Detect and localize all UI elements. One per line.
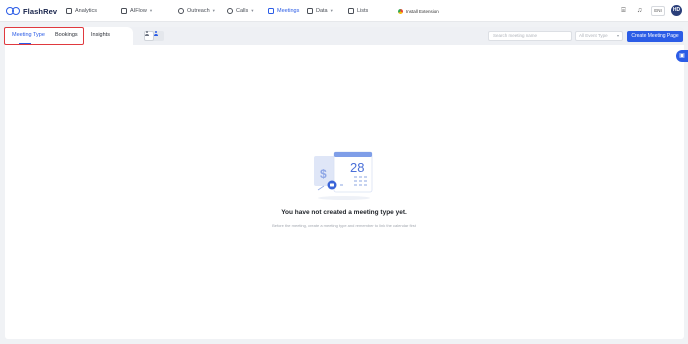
team-icon [154, 31, 164, 41]
language-switcher[interactable]: ENI [651, 6, 665, 16]
nav-item-data[interactable]: Data ▾ [307, 6, 333, 16]
nav-item-aiflow[interactable]: AIFlow ▾ [121, 6, 152, 16]
nav-item-outreach[interactable]: Outreach ▾ [178, 6, 215, 16]
gift-icon[interactable]: ⌸ [620, 7, 627, 14]
search-input[interactable]: Search meeting name [488, 31, 572, 41]
user-icon [145, 31, 153, 41]
event-type-select[interactable]: All Event Type ▾ [575, 31, 623, 41]
chevron-down-icon: ▾ [251, 8, 254, 13]
brand-name: FlashRev [23, 6, 58, 16]
calendar-day-number: 28 [350, 160, 364, 175]
nav-item-label: AIFlow [130, 8, 147, 14]
empty-state-title: You have not created a meeting type yet. [281, 209, 407, 216]
chevron-down-icon: ▾ [330, 8, 333, 13]
side-panel-toggle-icon[interactable]: ▣ [676, 50, 688, 62]
nav-item-label: Data [316, 8, 328, 14]
team-view-button[interactable] [154, 31, 164, 41]
svg-text:$: $ [320, 167, 327, 181]
phone-icon [227, 8, 233, 14]
tabs-highlight-box [4, 27, 84, 45]
install-extension-link[interactable]: Install Extension [398, 6, 439, 16]
personal-view-button[interactable] [144, 31, 154, 41]
nav-item-label: Lists [357, 8, 369, 14]
chevron-down-icon: ▾ [149, 8, 153, 13]
event-type-placeholder: All Event Type [579, 33, 608, 38]
brand-logo[interactable]: FlashRev [6, 5, 57, 17]
data-icon [307, 8, 313, 14]
meetings-icon [268, 8, 274, 14]
aiflow-icon [121, 8, 127, 14]
avatar[interactable]: HD [671, 5, 682, 16]
nav-item-label: Meetings [277, 8, 300, 14]
nav-item-label: Outreach [187, 8, 210, 14]
chevron-down-icon: ▾ [212, 8, 215, 13]
top-navigation-bar: FlashRev Analytics AIFlow ▾ Outreach ▾ C… [0, 0, 688, 22]
nav-item-analytics[interactable]: Analytics [66, 6, 97, 16]
nav-item-lists[interactable]: Lists [348, 6, 368, 16]
bell-icon[interactable]: ♫ [636, 7, 643, 14]
chrome-icon [398, 8, 403, 14]
infinity-logo-icon [6, 7, 20, 15]
view-toggle[interactable] [144, 31, 164, 41]
nav-item-label: Analytics [75, 8, 98, 14]
empty-state-subtitle: Before the meeting, create a meeting typ… [272, 223, 416, 228]
tab-insights[interactable]: Insights [91, 32, 110, 38]
nav-item-meetings[interactable]: Meetings [268, 6, 299, 16]
nav-item-label: Calls [236, 8, 249, 14]
nav-item-calls[interactable]: Calls ▾ [227, 6, 254, 16]
chevron-down-icon: ▾ [616, 33, 619, 38]
lists-icon [348, 8, 354, 14]
create-meeting-page-button[interactable]: Create Meeting Page [627, 31, 683, 42]
install-extension-label: Install Extension [406, 8, 439, 14]
empty-calendar-illustration: $ 28 [314, 151, 373, 200]
outreach-icon [178, 8, 184, 14]
analytics-icon [66, 8, 72, 14]
